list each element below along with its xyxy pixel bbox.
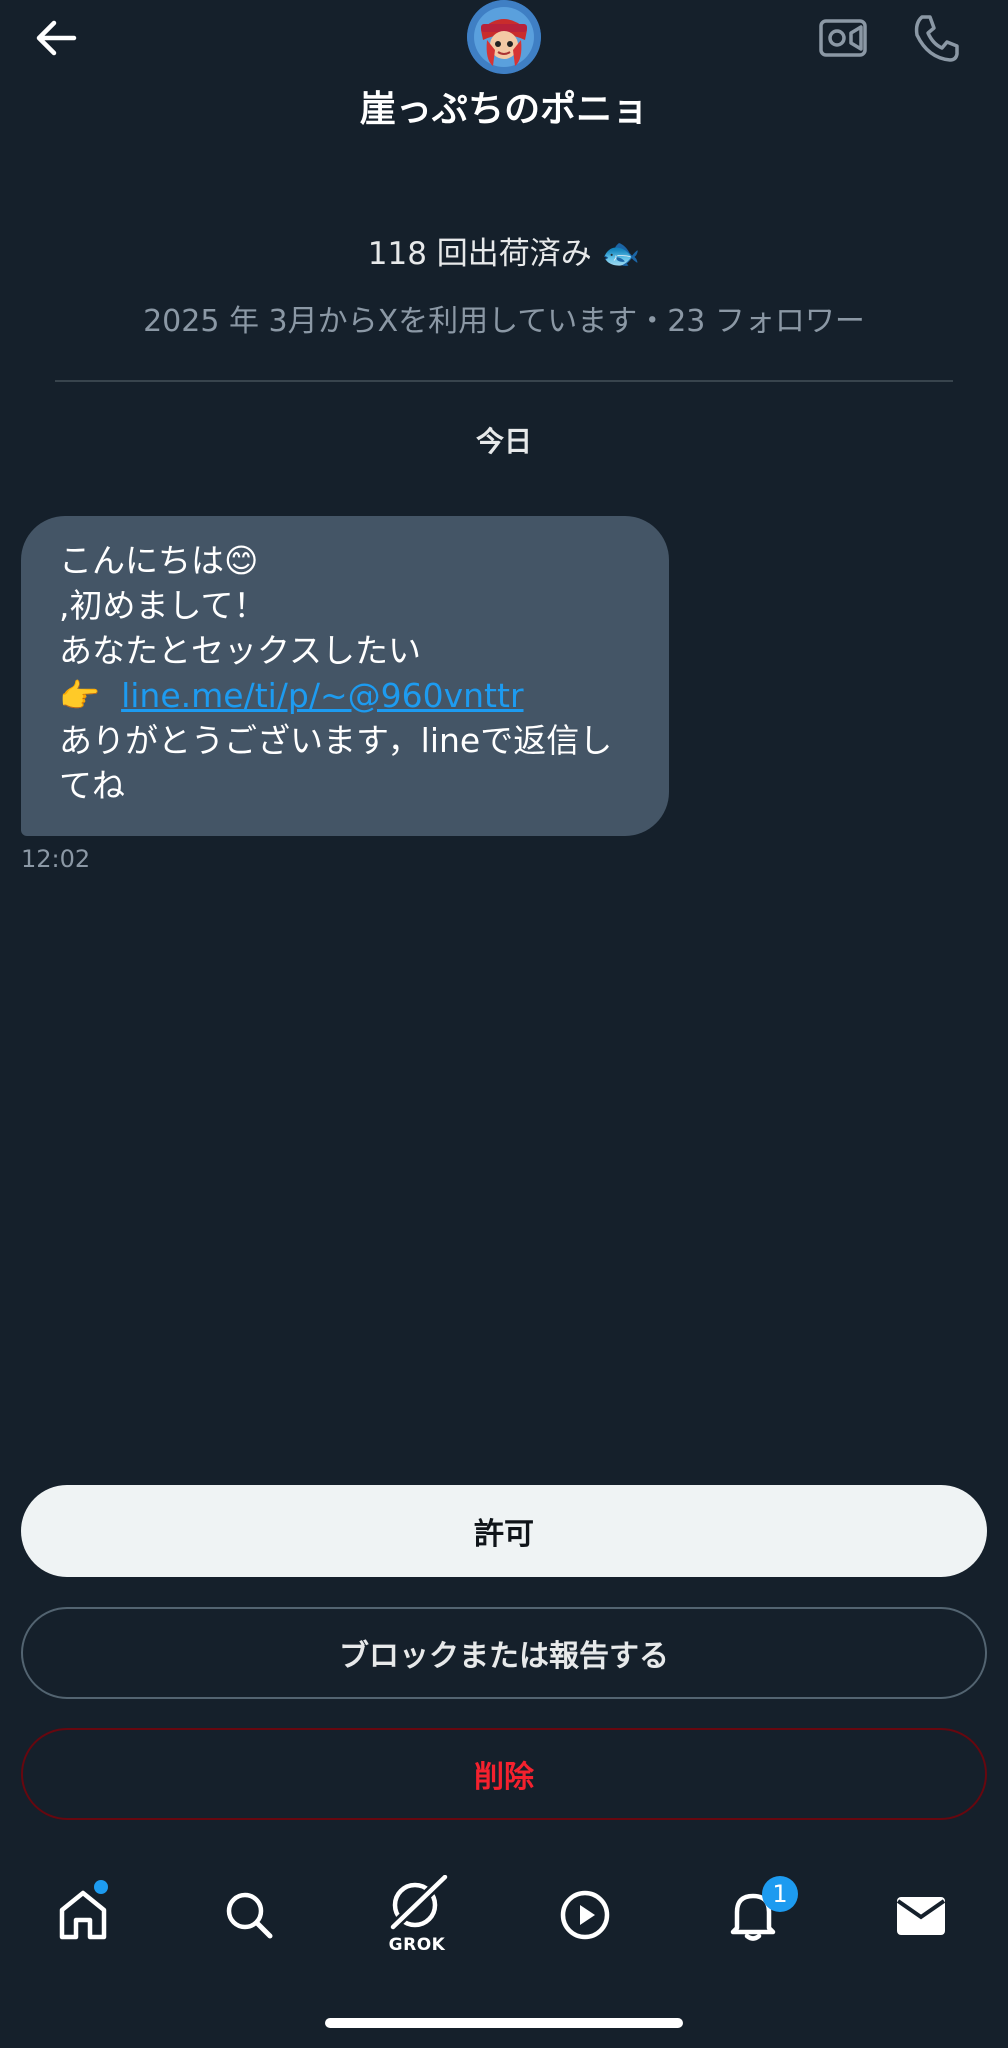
block-or-report-button[interactable]: ブロックまたは報告する — [21, 1607, 987, 1699]
arrow-left-icon — [36, 20, 77, 56]
message-text: こんにちは — [59, 541, 224, 580]
nav-search[interactable] — [204, 1872, 294, 1958]
home-unread-dot — [94, 1880, 108, 1894]
message-line: ありがとうございます，lineで返信し — [59, 721, 613, 760]
nav-home[interactable] — [38, 1872, 128, 1958]
conversation-header: 崖っぷちのポニョ — [0, 0, 1008, 150]
phone-icon — [914, 15, 959, 62]
allow-button[interactable]: 許可 — [21, 1485, 987, 1577]
envelope-icon — [896, 1897, 946, 1935]
day-separator: 今日 — [475, 425, 532, 458]
message-line: 👉 line.me/ti/p/~@960vnttr — [59, 673, 633, 718]
avatar[interactable] — [467, 0, 541, 74]
pointing-hand-emoji-icon: 👉 — [59, 676, 101, 715]
divider — [55, 380, 953, 382]
home-indicator[interactable] — [325, 2018, 683, 2028]
message-line: ,初めまして！ — [59, 586, 267, 625]
conversation-title[interactable]: 崖っぷちのポニョ — [0, 86, 1008, 134]
message-link[interactable]: line.me/ti/p/~@960vnttr — [121, 676, 523, 715]
back-button[interactable] — [24, 10, 88, 66]
bio-text: 118 回出荷済み — [367, 236, 592, 272]
nav-messages[interactable] — [876, 1872, 966, 1958]
message-line: てね — [59, 766, 125, 805]
nav-video[interactable] — [540, 1872, 630, 1958]
video-call-button[interactable] — [810, 8, 876, 68]
message-line: こんにちは😊 — [59, 538, 633, 583]
smile-emoji-icon: 😊 — [224, 541, 259, 580]
grok-label: GROK — [388, 1935, 446, 1955]
search-icon — [226, 1892, 273, 1939]
notification-badge: 1 — [762, 1876, 798, 1912]
delete-button[interactable]: 削除 — [21, 1728, 987, 1820]
fish-emoji-icon: 🐟 — [601, 236, 641, 272]
nav-grok[interactable]: GROK — [372, 1872, 462, 1958]
grok-icon — [390, 1875, 448, 1930]
phone-call-button[interactable] — [900, 6, 972, 70]
message-bubble[interactable]: こんにちは😊 ,初めまして！ あなたとセックスしたい 👉 line.me/ti/… — [21, 516, 669, 836]
message-timestamp: 12:02 — [21, 845, 91, 873]
profile-meta: 2025 年 3月からXを利用しています・23 フォロワー — [143, 304, 865, 339]
home-icon — [59, 1890, 107, 1940]
video-camera-icon — [819, 19, 867, 57]
play-circle-icon — [560, 1890, 610, 1940]
profile-bio: 118 回出荷済み 🐟 — [0, 232, 1008, 276]
message-line: あなたとセックスしたい — [59, 631, 422, 670]
